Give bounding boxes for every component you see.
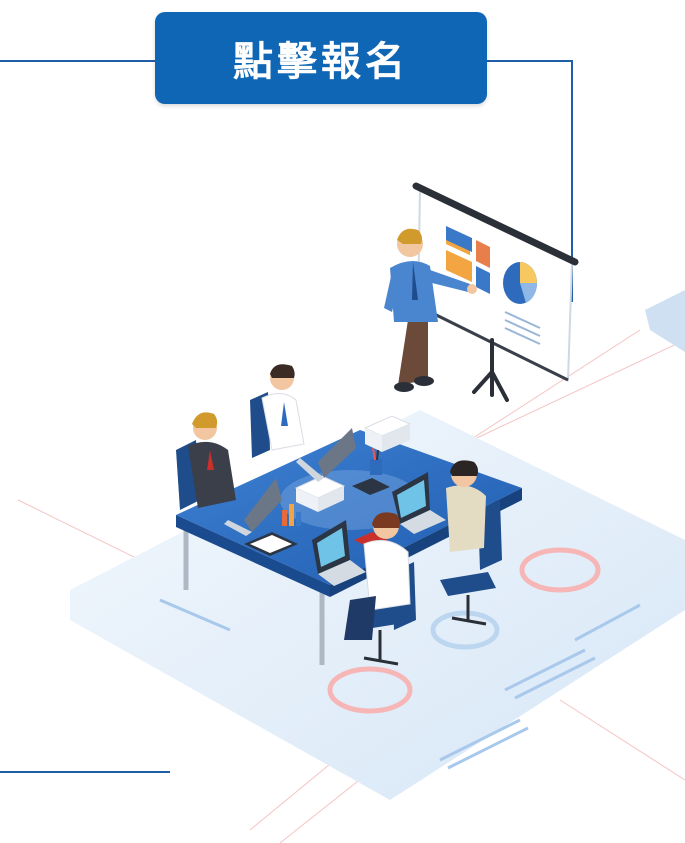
- pie-chart-icon: [503, 262, 538, 304]
- projector-screen: [412, 182, 579, 402]
- meeting-illustration: [17, 182, 685, 843]
- platform-fragment: [645, 290, 685, 352]
